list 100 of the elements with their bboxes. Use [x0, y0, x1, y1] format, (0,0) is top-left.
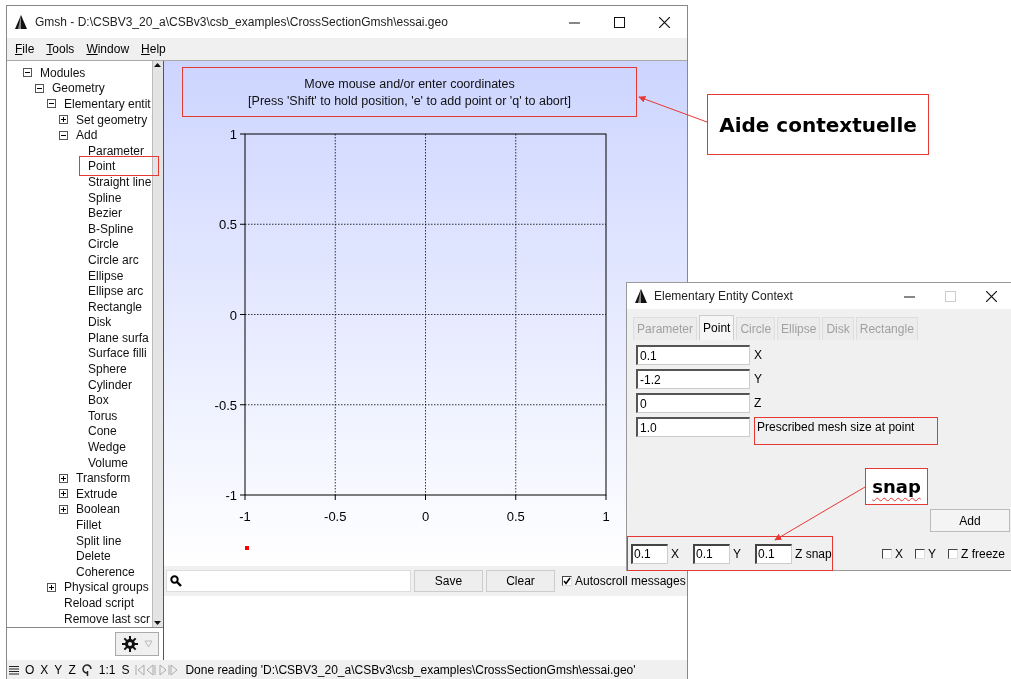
- gmsh-logo-icon: [635, 289, 647, 303]
- tree-item[interactable]: Add: [76, 128, 98, 143]
- tree-item[interactable]: Circle arc: [88, 252, 139, 267]
- tree-item[interactable]: Ellipse arc: [88, 284, 144, 299]
- field-label: X: [671, 546, 679, 561]
- tree-item[interactable]: Surface filli: [88, 346, 147, 361]
- tree-item[interactable]: Plane surfa: [88, 330, 149, 345]
- tree-item[interactable]: Circle: [88, 237, 119, 252]
- tree-item[interactable]: Cylinder: [88, 377, 132, 392]
- tree-item[interactable]: Remove last scr: [64, 611, 151, 626]
- tree-item[interactable]: Sphere: [88, 362, 127, 377]
- expand-icon[interactable]: [59, 489, 68, 499]
- field-label: Z: [754, 395, 762, 412]
- tree-item[interactable]: Rectangle: [88, 299, 143, 314]
- checkbox[interactable]: [948, 548, 959, 559]
- scrollbar[interactable]: [152, 61, 163, 627]
- collapse-icon[interactable]: [47, 99, 56, 109]
- tree-item[interactable]: B-Spline: [88, 221, 134, 236]
- tree-item[interactable]: Volume: [88, 455, 129, 470]
- input-field[interactable]: 0: [636, 393, 750, 413]
- y-tick-label: 1: [229, 127, 237, 142]
- tree-item[interactable]: Box: [88, 393, 109, 408]
- tree-item[interactable]: Split line: [76, 533, 122, 548]
- tree-item[interactable]: Set geometry: [76, 112, 148, 127]
- menu-item[interactable]: Window: [80, 42, 136, 56]
- tree-item[interactable]: Coherence: [76, 564, 135, 579]
- view-button[interactable]: S: [121, 662, 130, 677]
- field-label: Y: [754, 371, 762, 388]
- menu-item[interactable]: Tools: [40, 42, 81, 56]
- view-button[interactable]: Z: [68, 662, 76, 677]
- tree-item[interactable]: Geometry: [52, 81, 105, 96]
- tab[interactable]: Point: [699, 315, 735, 340]
- tree-item[interactable]: Straight line: [88, 174, 152, 189]
- input-field[interactable]: 0.1: [755, 543, 793, 564]
- status-message: Done reading 'D:\CSBV3_20_a\CSBv3\csb_examples\CrossSectionGmsh\essai.geo': [185, 662, 636, 677]
- annotation-text: Aide contextuelle: [719, 112, 917, 137]
- tree-item[interactable]: Fillet: [76, 518, 102, 532]
- expand-icon[interactable]: [59, 473, 68, 483]
- checkbox-label: Z freeze: [961, 546, 1006, 561]
- settings-button[interactable]: [115, 632, 159, 656]
- input-field[interactable]: 0.1: [693, 543, 730, 564]
- search-field[interactable]: [166, 570, 411, 592]
- checkbox-label: X: [895, 546, 903, 561]
- collapse-icon[interactable]: [35, 83, 44, 93]
- tree-item[interactable]: Ellipse: [88, 268, 124, 283]
- tree-item[interactable]: Boolean: [76, 502, 121, 517]
- add-button[interactable]: Add: [930, 509, 1010, 532]
- tree-item[interactable]: Extrude: [76, 486, 118, 501]
- collapse-icon[interactable]: [23, 68, 32, 78]
- tree-item[interactable]: Modules: [40, 65, 86, 80]
- y-tick-label: -1: [225, 488, 237, 503]
- scale-button[interactable]: 1:1: [98, 662, 116, 677]
- x-tick-label: 0: [421, 509, 430, 524]
- expand-icon[interactable]: [59, 504, 68, 514]
- y-tick-label: 0: [229, 307, 237, 323]
- field-label: X: [754, 347, 762, 364]
- checkbox[interactable]: [915, 548, 925, 559]
- tree-item[interactable]: Physical groups: [64, 580, 149, 595]
- expand-icon[interactable]: [59, 115, 68, 125]
- view-button[interactable]: X: [40, 662, 49, 677]
- input-field[interactable]: 0.1: [636, 345, 750, 365]
- field-label: Y: [733, 546, 742, 561]
- tree-item[interactable]: Parameter: [88, 143, 145, 158]
- menu-icon[interactable]: [9, 664, 19, 675]
- window-title: Gmsh - D:\CSBV3_20_a\CSBv3\csb_examples\CrossSectionGmsh\essai.geo: [35, 15, 448, 29]
- view-button[interactable]: Y: [54, 662, 63, 677]
- tree-item[interactable]: Disk: [88, 315, 112, 330]
- tree-item[interactable]: Bezier: [88, 206, 122, 221]
- menu-item[interactable]: Help: [135, 42, 172, 56]
- input-field[interactable]: 0.1: [631, 543, 668, 564]
- input-field[interactable]: -1.2: [636, 369, 750, 389]
- toolbar-button[interactable]: Clear: [486, 570, 555, 592]
- help-text: Move mouse and/or enter coordinates: [304, 76, 515, 91]
- view-button[interactable]: O: [25, 662, 35, 677]
- input-field[interactable]: 1.0: [636, 417, 750, 437]
- rotate-icon[interactable]: [81, 663, 93, 676]
- checkbox[interactable]: [882, 548, 892, 559]
- tree-item[interactable]: Spline: [88, 190, 122, 205]
- tree-item[interactable]: Cone: [88, 424, 117, 439]
- checkbox[interactable]: [562, 576, 572, 586]
- tree-item[interactable]: Wedge: [88, 440, 126, 455]
- close-icon[interactable]: [659, 16, 670, 28]
- tree-item[interactable]: Elementary entit: [64, 97, 151, 111]
- menu-item[interactable]: File: [9, 42, 41, 56]
- maximize-icon[interactable]: [614, 16, 625, 28]
- x-tick-label: -0.5: [324, 509, 347, 524]
- x-tick-label: -1: [239, 509, 251, 524]
- scroll-up-icon[interactable]: [153, 61, 162, 69]
- tree-item[interactable]: Reload script: [64, 596, 135, 610]
- field-label: Z snap: [795, 546, 832, 561]
- close-icon[interactable]: [986, 290, 997, 302]
- tree-item[interactable]: Torus: [88, 408, 118, 423]
- tree-item[interactable]: Point: [88, 159, 116, 174]
- collapse-icon[interactable]: [59, 130, 68, 140]
- expand-icon[interactable]: [47, 582, 56, 592]
- checkbox-label: Y: [928, 546, 937, 561]
- tree-item[interactable]: Transform: [76, 471, 131, 486]
- toolbar-button[interactable]: Save: [414, 570, 483, 592]
- checkbox-label: Autoscroll messages: [575, 574, 686, 588]
- tree-item[interactable]: Delete: [76, 549, 111, 564]
